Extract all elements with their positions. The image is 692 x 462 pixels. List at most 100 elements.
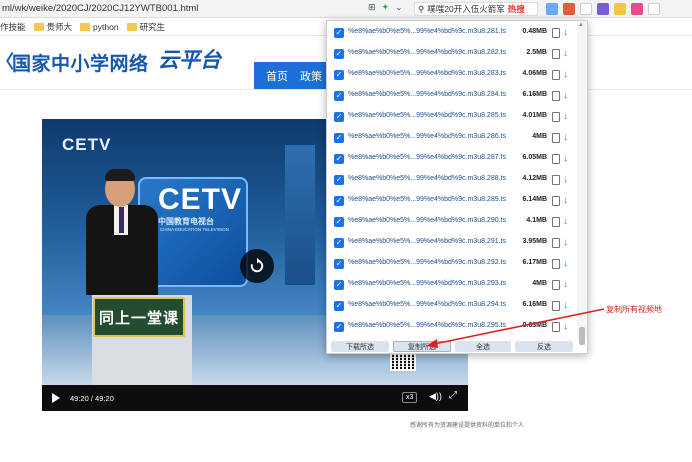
- file-checkbox[interactable]: ✓: [334, 154, 344, 164]
- download-icon[interactable]: ↓: [563, 153, 568, 165]
- file-row[interactable]: ✓ %e8%ae%b0%e5%...99%e4%bd%9c.m3u8.285.ts…: [327, 107, 575, 128]
- download-icon[interactable]: ↓: [563, 132, 568, 144]
- bookmark-folder[interactable]: python: [80, 22, 119, 32]
- file-row[interactable]: ✓ %e8%ae%b0%e5%...99%e4%bd%9c.m3u8.281.ts…: [327, 23, 575, 44]
- file-checkbox[interactable]: ✓: [334, 280, 344, 290]
- extension-icon[interactable]: [597, 3, 609, 15]
- file-row[interactable]: ✓ %e8%ae%b0%e5%...99%e4%bd%9c.m3u8.293.ts…: [327, 275, 575, 296]
- file-name: %e8%ae%b0%e5%...99%e4%bd%9c.m3u8.293.ts: [348, 280, 506, 287]
- invert-selection-button[interactable]: 反选: [515, 341, 573, 352]
- copy-selected-button[interactable]: 复制所选: [393, 341, 451, 352]
- bookmark-item[interactable]: 作技能: [0, 21, 26, 33]
- file-row[interactable]: ✓ %e8%ae%b0%e5%...99%e4%bd%9c.m3u8.288.ts…: [327, 170, 575, 191]
- bolt-icon[interactable]: ✦: [382, 2, 390, 13]
- site-logo-text[interactable]: 国家中小学网络: [12, 49, 149, 76]
- file-checkbox[interactable]: ✓: [334, 175, 344, 185]
- nav-policy[interactable]: 政策: [300, 68, 322, 84]
- nav-home[interactable]: 首页: [266, 68, 288, 84]
- copy-icon[interactable]: [552, 175, 560, 185]
- file-row[interactable]: ✓ %e8%ae%b0%e5%...99%e4%bd%9c.m3u8.292.ts…: [327, 254, 575, 275]
- play-icon[interactable]: [52, 393, 60, 403]
- copy-icon[interactable]: [552, 154, 560, 164]
- fullscreen-icon[interactable]: ⤢: [449, 390, 457, 401]
- file-row[interactable]: ✓ %e8%ae%b0%e5%...99%e4%bd%9c.m3u8.295.ts…: [327, 317, 575, 338]
- browser-search-input[interactable]: ⚲ 噗嗤20开入伍火箭军 热搜: [414, 2, 538, 16]
- file-checkbox[interactable]: ✓: [334, 238, 344, 248]
- file-checkbox[interactable]: ✓: [334, 91, 344, 101]
- copy-icon[interactable]: [552, 91, 560, 101]
- scissors-icon[interactable]: [580, 3, 592, 15]
- copy-icon[interactable]: [552, 196, 560, 206]
- copy-icon[interactable]: [552, 112, 560, 122]
- file-row[interactable]: ✓ %e8%ae%b0%e5%...99%e4%bd%9c.m3u8.294.ts…: [327, 296, 575, 317]
- file-row[interactable]: ✓ %e8%ae%b0%e5%...99%e4%bd%9c.m3u8.283.ts…: [327, 65, 575, 86]
- file-checkbox[interactable]: ✓: [334, 28, 344, 38]
- copy-icon[interactable]: [552, 217, 560, 227]
- file-checkbox[interactable]: ✓: [334, 259, 344, 269]
- download-icon[interactable]: ↓: [563, 174, 568, 186]
- file-size: 6.05MB: [522, 154, 547, 161]
- file-row[interactable]: ✓ %e8%ae%b0%e5%...99%e4%bd%9c.m3u8.290.ts…: [327, 212, 575, 233]
- download-icon[interactable]: ↓: [563, 258, 568, 270]
- hot-search-label[interactable]: 热搜: [508, 3, 525, 15]
- url-text[interactable]: ml/wk/weike/2020CJ/2020CJ12YWTB001.html: [0, 3, 198, 14]
- file-checkbox[interactable]: ✓: [334, 70, 344, 80]
- bookmark-folder[interactable]: 研究生: [126, 21, 165, 33]
- download-icon[interactable]: ↓: [563, 321, 568, 333]
- file-row[interactable]: ✓ %e8%ae%b0%e5%...99%e4%bd%9c.m3u8.282.ts…: [327, 44, 575, 65]
- scroll-up-icon[interactable]: ▲: [578, 22, 584, 28]
- download-icon[interactable]: ↓: [563, 216, 568, 228]
- copy-icon[interactable]: [552, 280, 560, 290]
- copy-icon[interactable]: [552, 322, 560, 332]
- file-row[interactable]: ✓ %e8%ae%b0%e5%...99%e4%bd%9c.m3u8.287.ts…: [327, 149, 575, 170]
- replay-button[interactable]: [240, 249, 274, 283]
- file-name: %e8%ae%b0%e5%...99%e4%bd%9c.m3u8.290.ts: [348, 217, 506, 224]
- chevron-down-icon[interactable]: ⌄: [395, 2, 403, 13]
- file-checkbox[interactable]: ✓: [334, 49, 344, 59]
- file-checkbox[interactable]: ✓: [334, 301, 344, 311]
- site-logo-script[interactable]: 云平台: [158, 44, 221, 74]
- download-icon[interactable]: ↓: [563, 279, 568, 291]
- file-row[interactable]: ✓ %e8%ae%b0%e5%...99%e4%bd%9c.m3u8.291.ts…: [327, 233, 575, 254]
- file-name: %e8%ae%b0%e5%...99%e4%bd%9c.m3u8.283.ts: [348, 70, 506, 77]
- file-row[interactable]: ✓ %e8%ae%b0%e5%...99%e4%bd%9c.m3u8.289.ts…: [327, 191, 575, 212]
- file-checkbox[interactable]: ✓: [334, 217, 344, 227]
- select-all-button[interactable]: 全选: [455, 341, 511, 352]
- copy-icon[interactable]: [552, 28, 560, 38]
- scrollbar[interactable]: ▲: [577, 21, 587, 345]
- file-row[interactable]: ✓ %e8%ae%b0%e5%...99%e4%bd%9c.m3u8.284.ts…: [327, 86, 575, 107]
- cetv-english-name: CHINA EDUCATION TELEVISION: [160, 227, 229, 232]
- download-icon[interactable]: ↓: [563, 300, 568, 312]
- file-row[interactable]: ✓ %e8%ae%b0%e5%...99%e4%bd%9c.m3u8.286.ts…: [327, 128, 575, 149]
- bookmark-folder[interactable]: 贵师大: [33, 21, 72, 33]
- extension-icon[interactable]: [631, 3, 643, 15]
- search-text: 噗嗤20开入伍火箭军: [427, 4, 505, 14]
- extension-icon[interactable]: [546, 3, 558, 15]
- copy-icon[interactable]: [552, 301, 560, 311]
- file-checkbox[interactable]: ✓: [334, 112, 344, 122]
- extension-icon[interactable]: [563, 3, 575, 15]
- copy-icon[interactable]: [552, 49, 560, 59]
- download-icon[interactable]: ↓: [563, 90, 568, 102]
- download-icon[interactable]: ↓: [563, 48, 568, 60]
- speed-button[interactable]: x3: [402, 392, 418, 403]
- file-checkbox[interactable]: ✓: [334, 322, 344, 332]
- file-checkbox[interactable]: ✓: [334, 196, 344, 206]
- logo-icon[interactable]: 〈: [0, 48, 14, 72]
- file-checkbox[interactable]: ✓: [334, 133, 344, 143]
- extension-icon[interactable]: [614, 3, 626, 15]
- download-icon[interactable]: ↓: [563, 111, 568, 123]
- volume-icon[interactable]: ◀)): [429, 391, 442, 402]
- download-icon[interactable]: ↓: [563, 195, 568, 207]
- download-icon[interactable]: ↓: [563, 69, 568, 81]
- copy-icon[interactable]: [552, 259, 560, 269]
- grid-icon[interactable]: ⊞: [368, 2, 376, 13]
- download-selected-button[interactable]: 下载所选: [331, 341, 389, 352]
- download-icon[interactable]: ↓: [563, 27, 568, 39]
- file-size: 4MB: [532, 280, 547, 287]
- copy-icon[interactable]: [552, 133, 560, 143]
- search-icon[interactable]: [648, 3, 660, 15]
- copy-icon[interactable]: [552, 238, 560, 248]
- copy-icon[interactable]: [552, 70, 560, 80]
- download-icon[interactable]: ↓: [563, 237, 568, 249]
